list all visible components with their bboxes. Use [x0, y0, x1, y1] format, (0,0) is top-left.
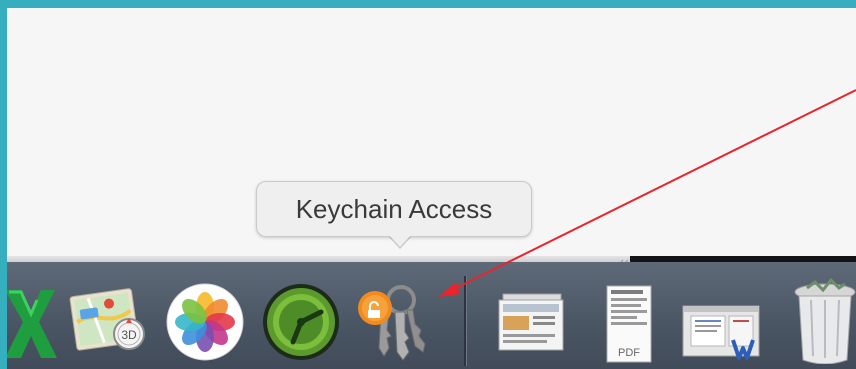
dock-item-maps[interactable]: 3D: [67, 278, 147, 364]
word-document-icon: [682, 305, 760, 360]
tooltip-text: Keychain Access: [295, 193, 493, 224]
dock-item-dashboard[interactable]: [261, 278, 341, 364]
dock-item-photos[interactable]: [165, 278, 245, 364]
dock-item-word-document[interactable]: [677, 278, 760, 364]
excel-icon: [7, 290, 57, 358]
dock: 3D PDF: [7, 262, 856, 369]
dock-item-documents-stack[interactable]: [493, 278, 573, 364]
dashboard-icon: [263, 284, 339, 360]
pdf-document-icon: PDF: [606, 285, 652, 363]
maps-icon: 3D: [69, 288, 145, 351]
tooltip-tail: [388, 234, 412, 247]
photos-icon: [166, 283, 244, 361]
pdf-badge-label: PDF: [618, 347, 640, 359]
dock-item-excel[interactable]: [7, 278, 59, 364]
dock-separator: [464, 276, 466, 366]
trash-icon: [794, 278, 856, 364]
preview-stack-icon: [498, 293, 564, 351]
dock-item-pdf[interactable]: PDF: [593, 278, 673, 364]
dock-item-keychain-access[interactable]: [351, 278, 431, 364]
keychain-access-icon: [358, 285, 426, 361]
maps-3d-label: 3D: [121, 328, 137, 342]
dock-item-trash[interactable]: [785, 278, 856, 364]
dock-tooltip: Keychain Access: [256, 181, 532, 237]
